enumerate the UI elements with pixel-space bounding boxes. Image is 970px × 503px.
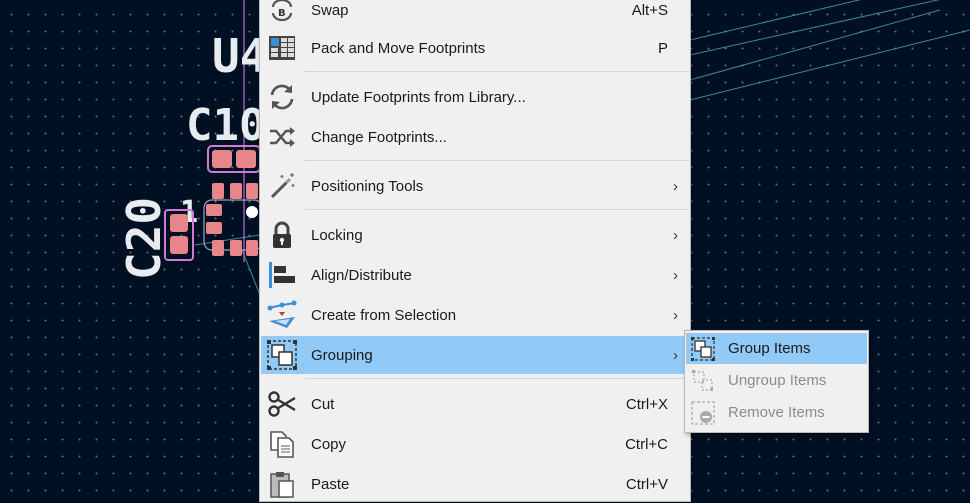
menu-item-label: Locking	[311, 226, 363, 244]
menu-item-label: Positioning Tools	[311, 177, 424, 195]
menu-item-label: Create from Selection	[311, 306, 457, 324]
menu-item-create-from-selection[interactable]: Create from Selection ›	[261, 296, 689, 334]
menu-item-label: Pack and Move Footprints	[311, 39, 486, 57]
menu-item-swap[interactable]: B Swap Alt+S	[261, 0, 689, 29]
menu-item-label: Update Footprints from Library...	[311, 88, 526, 106]
ref-label-c10: C10	[186, 100, 265, 151]
remove-items-icon	[690, 400, 716, 426]
menu-item-shortcut: Alt+S	[631, 1, 668, 19]
submenu-arrow-icon: ›	[673, 346, 678, 364]
menu-item-label: Copy	[311, 435, 347, 453]
ungroup-items-icon	[690, 368, 716, 394]
menu-item-shortcut: P	[657, 39, 668, 57]
scissors-icon	[265, 388, 299, 420]
menu-item-label: Change Footprints...	[311, 128, 447, 146]
menu-item-label: Align/Distribute	[311, 266, 412, 284]
ref-label-c20: C20	[117, 197, 171, 280]
menu-item-grouping[interactable]: Grouping ›	[261, 336, 689, 374]
menu-item-label: Paste	[311, 475, 350, 493]
context-menu: B Swap Alt+S Pack and Move Footprints P	[259, 0, 691, 502]
menu-item-pack-move[interactable]: Pack and Move Footprints P	[261, 29, 689, 67]
paste-icon	[265, 468, 299, 500]
pack-move-icon	[265, 32, 299, 64]
menu-separator	[305, 160, 689, 161]
submenu-item-label: Group Items	[728, 340, 811, 357]
submenu-arrow-icon: ›	[673, 306, 678, 324]
menu-separator	[305, 378, 689, 379]
submenu-arrow-icon: ›	[673, 177, 678, 195]
submenu-item-ungroup-items[interactable]: Ungroup Items	[686, 365, 867, 396]
submenu-item-label: Ungroup Items	[728, 372, 827, 389]
menu-item-copy[interactable]: Copy Ctrl+C	[261, 425, 689, 463]
svg-text:B: B	[278, 8, 286, 19]
submenu-item-remove-items[interactable]: Remove Items	[686, 397, 867, 428]
create-from-selection-icon	[265, 299, 299, 331]
menu-item-label: Swap	[311, 1, 349, 19]
submenu-item-label: Remove Items	[728, 404, 825, 421]
menu-separator	[305, 209, 689, 210]
menu-item-align-distribute[interactable]: Align/Distribute ›	[261, 256, 689, 294]
menu-item-label: Grouping	[311, 346, 373, 364]
menu-item-locking[interactable]: Locking ›	[261, 216, 689, 254]
shuffle-icon	[265, 121, 299, 153]
group-icon	[265, 339, 299, 371]
magic-wand-icon	[265, 170, 299, 202]
menu-item-paste[interactable]: Paste Ctrl+V	[261, 465, 689, 503]
align-icon	[265, 259, 299, 291]
swap-icon: B	[265, 0, 299, 26]
menu-separator	[305, 71, 689, 72]
group-items-icon	[690, 336, 716, 362]
submenu-item-group-items[interactable]: Group Items	[686, 333, 867, 364]
copy-icon	[265, 428, 299, 460]
submenu-arrow-icon: ›	[673, 266, 678, 284]
menu-item-change-footprints[interactable]: Change Footprints...	[261, 118, 689, 156]
menu-item-shortcut: Ctrl+X	[625, 395, 668, 413]
refresh-icon	[265, 81, 299, 113]
menu-item-cut[interactable]: Cut Ctrl+X	[261, 385, 689, 423]
menu-item-shortcut: Ctrl+C	[625, 435, 668, 453]
lock-icon	[265, 219, 299, 251]
menu-item-label: Cut	[311, 395, 335, 413]
menu-item-update-footprints[interactable]: Update Footprints from Library...	[261, 78, 689, 116]
menu-item-positioning-tools[interactable]: Positioning Tools ›	[261, 167, 689, 205]
submenu-arrow-icon: ›	[673, 226, 678, 244]
menu-item-shortcut: Ctrl+V	[625, 475, 668, 493]
grouping-submenu: Group Items Ungroup Items Remove Items	[684, 330, 869, 433]
